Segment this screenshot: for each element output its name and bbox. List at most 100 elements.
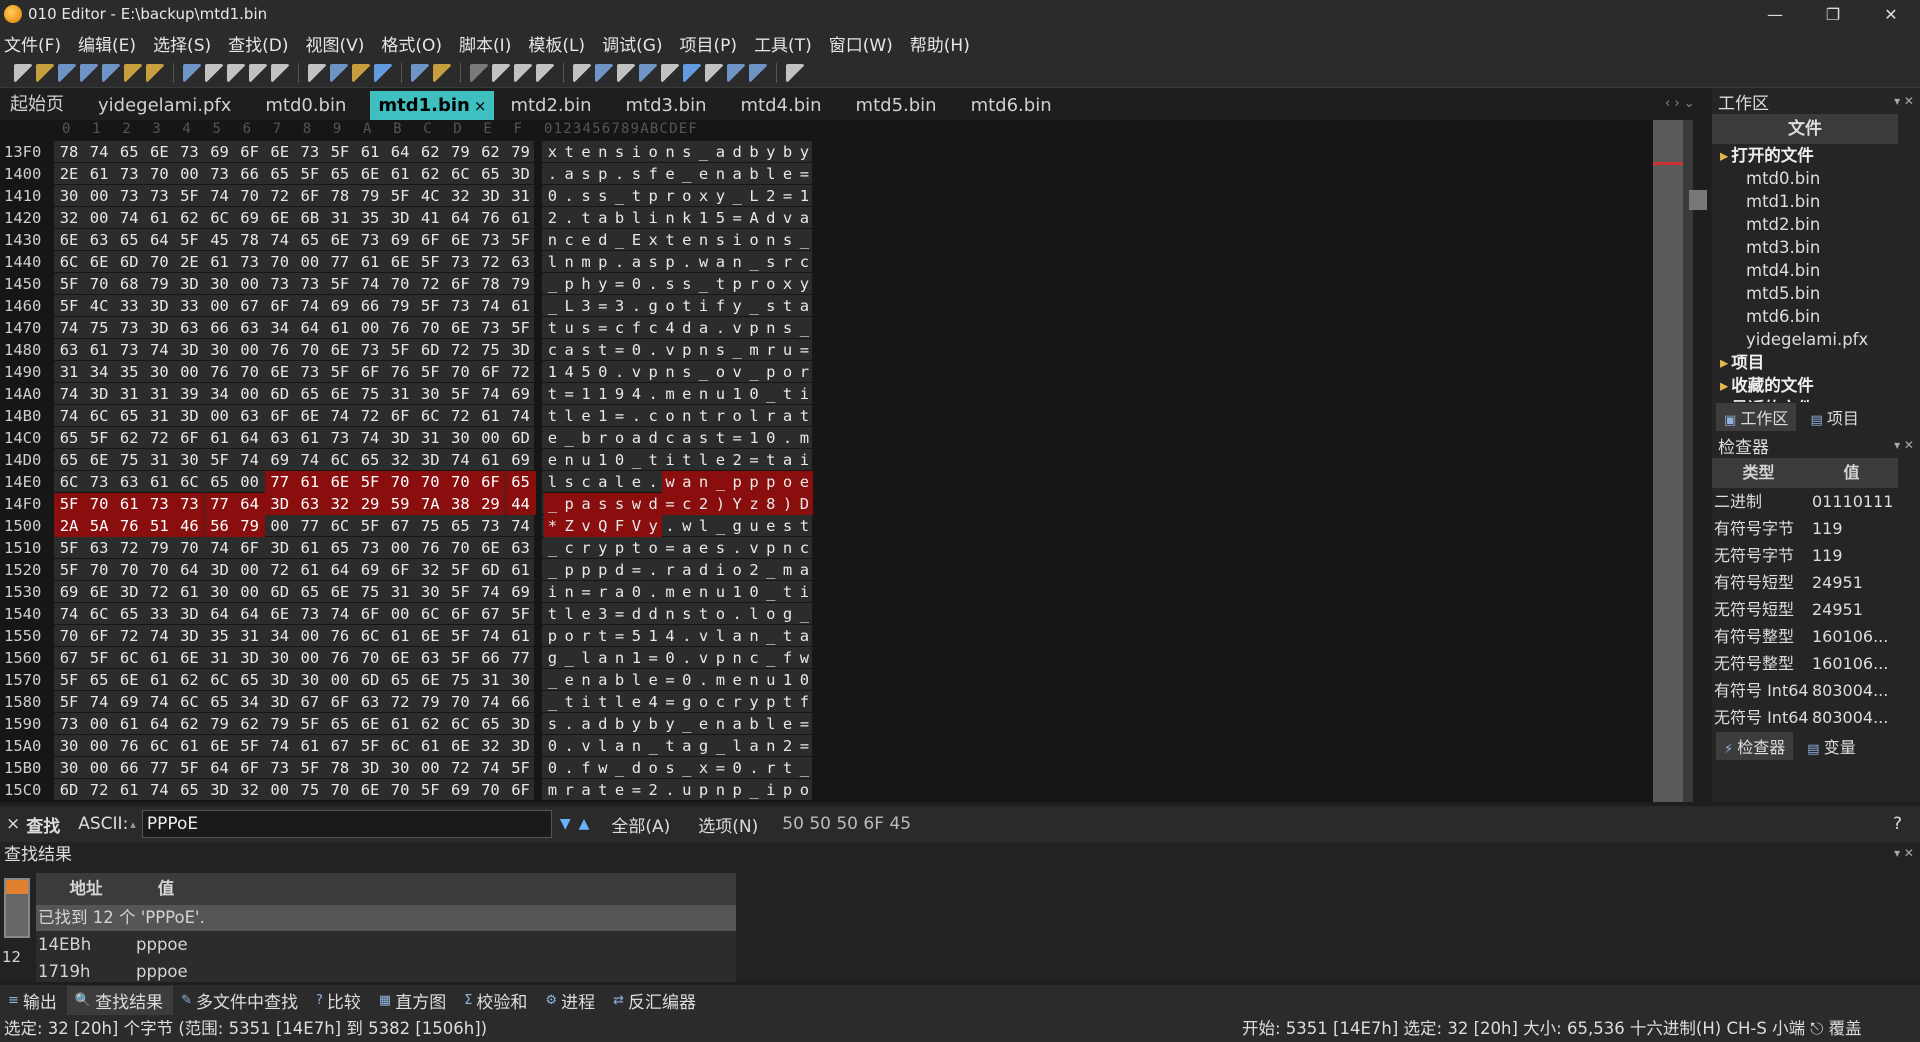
- hex-byte[interactable]: 77: [144, 757, 174, 779]
- ascii-char[interactable]: n: [544, 229, 561, 251]
- hex-byte[interactable]: 76: [385, 317, 415, 339]
- ascii-char[interactable]: l: [611, 471, 628, 493]
- ascii-char[interactable]: n: [712, 713, 729, 735]
- ascii-char[interactable]: w: [678, 515, 695, 537]
- ascii-char[interactable]: .: [729, 537, 746, 559]
- ascii-char[interactable]: .: [561, 185, 578, 207]
- hex-byte[interactable]: 61: [385, 713, 415, 735]
- ascii-char[interactable]: 1: [594, 449, 611, 471]
- ascii-char[interactable]: d: [729, 141, 746, 163]
- hex-byte[interactable]: 31: [325, 207, 355, 229]
- ascii-char[interactable]: m: [578, 251, 595, 273]
- hex-byte[interactable]: 69: [506, 449, 536, 471]
- ascii-char[interactable]: 1: [695, 207, 712, 229]
- toolbar-tool-icon[interactable]: [124, 63, 142, 82]
- ascii-char[interactable]: v: [695, 647, 712, 669]
- hex-byte[interactable]: 64: [144, 229, 174, 251]
- ascii-char[interactable]: b: [746, 141, 763, 163]
- tab-yidegelami-pfx[interactable]: yidegelami.pfx: [88, 95, 241, 120]
- ascii-char[interactable]: _: [712, 735, 729, 757]
- hex-byte[interactable]: 30: [54, 735, 84, 757]
- ascii-char[interactable]: o: [712, 361, 729, 383]
- ascii-char[interactable]: .: [678, 625, 695, 647]
- toolbar-tool-icon[interactable]: [573, 63, 591, 82]
- ascii-char[interactable]: n: [746, 669, 763, 691]
- ascii-char[interactable]: t: [678, 295, 695, 317]
- ascii-char[interactable]: n: [695, 471, 712, 493]
- tree-item[interactable]: mtd4.bin: [1712, 259, 1898, 282]
- ascii-char[interactable]: o: [779, 361, 796, 383]
- hex-byte[interactable]: 32: [415, 559, 445, 581]
- ascii-char[interactable]: 0: [628, 273, 645, 295]
- hex-byte[interactable]: 6E: [355, 779, 385, 801]
- hex-byte[interactable]: 73: [475, 515, 505, 537]
- toolbar-tool-icon[interactable]: [617, 63, 635, 82]
- hex-byte[interactable]: 30: [144, 361, 174, 383]
- ascii-char[interactable]: r: [779, 251, 796, 273]
- ascii-char[interactable]: a: [678, 537, 695, 559]
- tab-close-icon[interactable]: ×: [474, 97, 487, 115]
- hex-byte[interactable]: 66: [235, 163, 265, 185]
- hex-byte[interactable]: 65: [174, 779, 204, 801]
- ascii-char[interactable]: s: [628, 163, 645, 185]
- ascii-char[interactable]: p: [695, 779, 712, 801]
- toolbar-tool-icon[interactable]: [36, 63, 54, 82]
- ascii-char[interactable]: s: [578, 185, 595, 207]
- hex-byte[interactable]: 45: [205, 229, 235, 251]
- hex-byte[interactable]: 75: [475, 339, 505, 361]
- hex-byte[interactable]: 31: [54, 361, 84, 383]
- inspector-row[interactable]: 无符号 Int64 803004...: [1712, 704, 1898, 731]
- ascii-char[interactable]: e: [544, 449, 561, 471]
- ascii-char[interactable]: _: [611, 185, 628, 207]
- hex-byte[interactable]: 7A: [415, 493, 446, 515]
- hex-byte[interactable]: 00: [84, 757, 114, 779]
- ascii-char[interactable]: t: [779, 295, 796, 317]
- hex-byte[interactable]: 70: [114, 559, 144, 581]
- ascii-char[interactable]: s: [762, 251, 779, 273]
- hex-byte[interactable]: 74: [205, 185, 235, 207]
- ascii-char[interactable]: o: [712, 603, 729, 625]
- hex-byte[interactable]: 6D: [265, 383, 295, 405]
- ascii-char[interactable]: o: [729, 405, 746, 427]
- hex-byte[interactable]: 73: [355, 339, 385, 361]
- hex-byte[interactable]: 76: [265, 339, 295, 361]
- ascii-char[interactable]: o: [762, 273, 779, 295]
- hex-byte[interactable]: 69: [205, 141, 235, 163]
- hex-byte[interactable]: 41: [415, 207, 445, 229]
- hex-byte[interactable]: 72: [114, 625, 144, 647]
- hex-byte[interactable]: 73: [144, 185, 174, 207]
- tab-mtd5-bin[interactable]: mtd5.bin: [846, 95, 947, 120]
- hex-byte[interactable]: 76: [205, 361, 235, 383]
- ascii-char[interactable]: t: [544, 383, 561, 405]
- hex-byte[interactable]: 74: [265, 229, 295, 251]
- ascii-char[interactable]: .: [678, 647, 695, 669]
- hex-byte[interactable]: 6D: [415, 339, 445, 361]
- ascii-char[interactable]: y: [796, 141, 813, 163]
- ascii-char[interactable]: y: [796, 273, 813, 295]
- hex-byte[interactable]: 6E: [355, 163, 385, 185]
- ascii-char[interactable]: e: [695, 163, 712, 185]
- hex-byte[interactable]: 62: [174, 207, 204, 229]
- ascii-char[interactable]: 2: [645, 779, 662, 801]
- hex-byte[interactable]: 65: [325, 713, 355, 735]
- ascii-char[interactable]: p: [594, 559, 611, 581]
- ascii-char[interactable]: n: [712, 163, 729, 185]
- ascii-char[interactable]: _: [746, 295, 763, 317]
- ascii-char[interactable]: d: [611, 559, 628, 581]
- hex-byte[interactable]: 61: [325, 317, 355, 339]
- hex-byte[interactable]: 70: [144, 163, 174, 185]
- ascii-char[interactable]: 0: [544, 185, 561, 207]
- ascii-char[interactable]: 2: [729, 449, 746, 471]
- hex-byte[interactable]: 00: [475, 427, 505, 449]
- ascii-char[interactable]: i: [729, 229, 746, 251]
- hex-byte[interactable]: 30: [205, 339, 235, 361]
- ascii-char[interactable]: 4: [561, 361, 578, 383]
- hex-byte[interactable]: 64: [235, 427, 265, 449]
- hex-byte[interactable]: 70: [295, 339, 325, 361]
- ascii-char[interactable]: l: [544, 251, 561, 273]
- hex-byte[interactable]: 74: [205, 537, 235, 559]
- hex-byte[interactable]: 00: [415, 757, 445, 779]
- hex-byte[interactable]: 30: [385, 757, 415, 779]
- toolbar-tool-icon[interactable]: [683, 63, 701, 82]
- hex-byte[interactable]: 66: [506, 691, 536, 713]
